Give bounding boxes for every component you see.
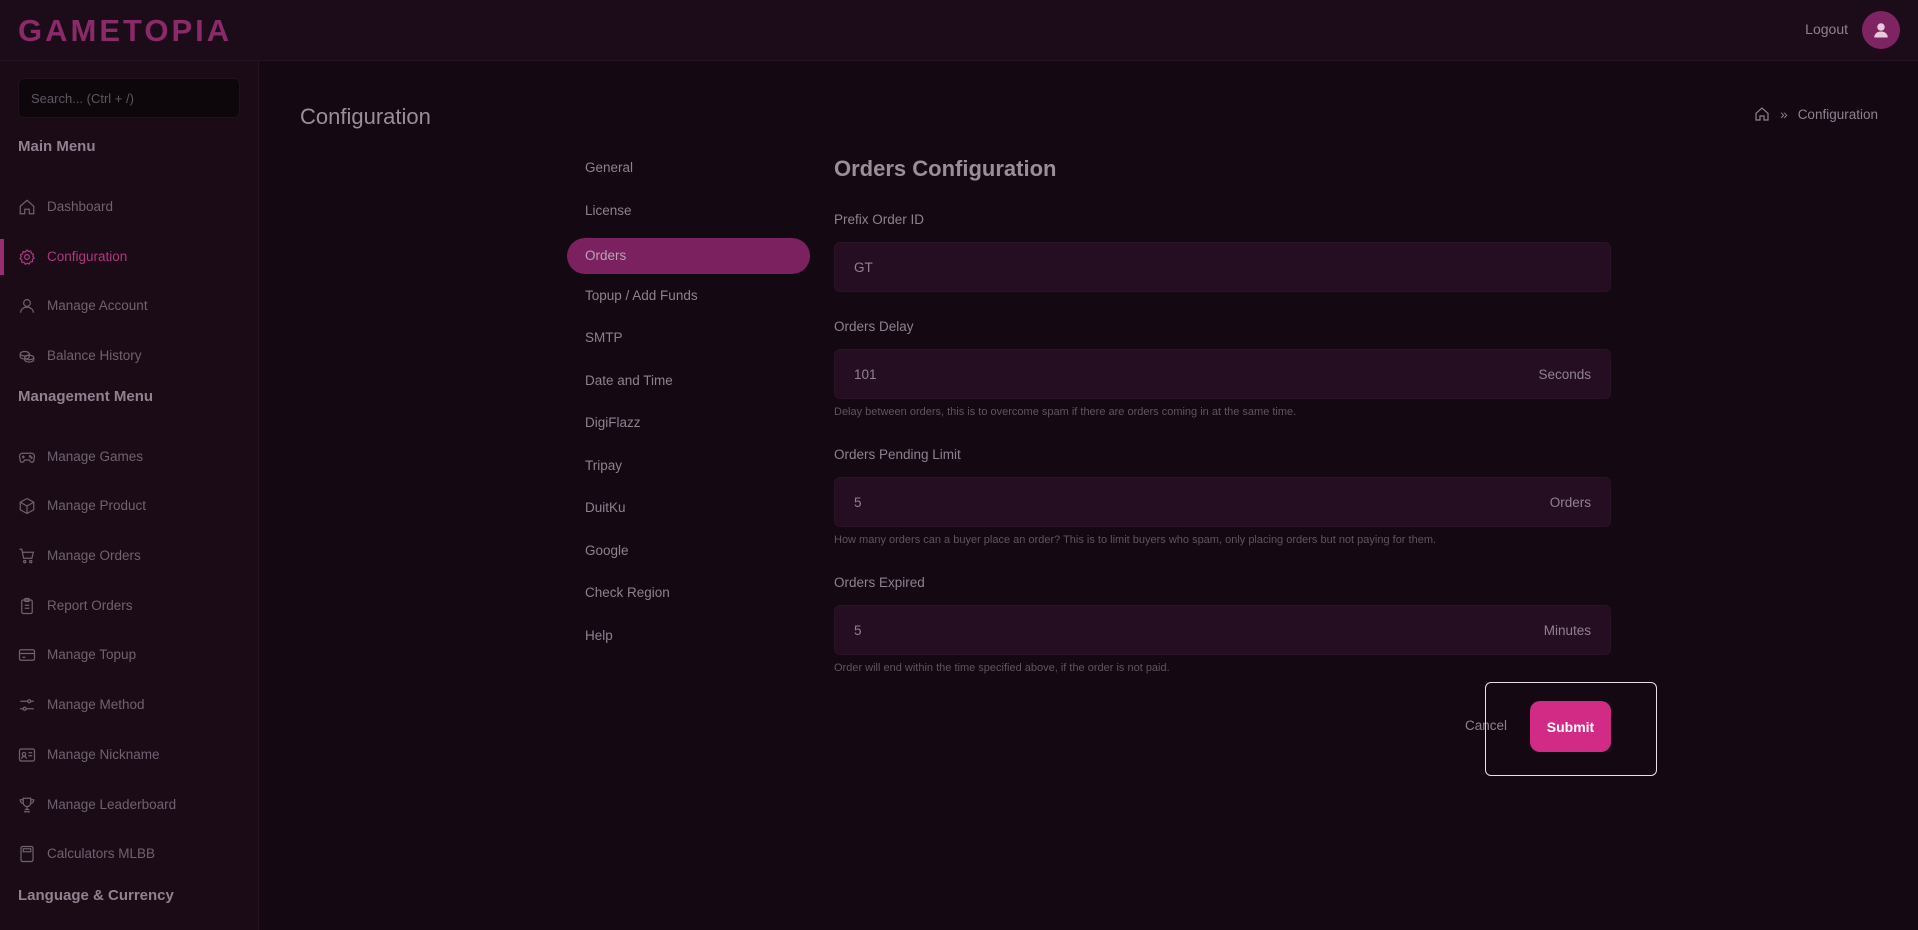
tab-license[interactable]: License [567,193,810,229]
sidebar-item-label: Balance History [47,348,142,363]
top-bar: GAMETOPIA Logout [0,0,1918,61]
orders-expired-input[interactable]: 5 Minutes [834,605,1611,655]
orders-pending-limit-input[interactable]: 5 Orders [834,477,1611,527]
section-title: Orders Configuration [834,156,1057,181]
tab-smtp[interactable]: SMTP [567,320,810,356]
user-icon [1874,23,1888,38]
orders-delay-input[interactable]: 101 Seconds [834,349,1611,399]
tab-label: Tripay [585,458,623,473]
tab-label: Check Region [585,585,670,600]
orders-expired-hint: Order will end within the time specified… [834,662,1170,674]
box-icon [19,497,35,515]
cart-icon [19,548,35,564]
coins-icon [19,350,35,363]
avatar[interactable] [1862,11,1900,49]
calculator-icon [20,845,34,863]
sidebar-item-label: Manage Account [47,298,148,313]
tab-duitku[interactable]: DuitKu [567,490,810,526]
prefix-order-id-input[interactable]: GT [834,242,1611,292]
input-suffix: Orders [1549,495,1591,510]
clipboard-icon [21,597,33,615]
tab-label: Google [585,543,629,558]
orders-expired-label: Orders Expired [834,575,925,590]
sliders-icon [20,699,34,711]
tab-label: General [585,160,634,175]
tab-help[interactable]: Help [567,618,810,654]
sidebar-item-label: Report Orders [47,598,133,613]
sidebar-item-configuration[interactable]: Configuration [0,239,257,275]
sidebar-item-label: Manage Orders [47,548,141,563]
tab-topup-add-funds[interactable]: Topup / Add Funds [567,278,810,314]
sidebar-item-manage-orders[interactable]: Manage Orders [0,538,257,574]
sidebar-item-manage-games[interactable]: Manage Games [0,439,257,475]
sidebar-item-manage-nickname[interactable]: Manage Nickname [0,737,257,773]
sidebar-item-manage-account[interactable]: Manage Account [0,288,257,324]
orders-delay-label: Orders Delay [834,319,914,334]
page-title: Configuration [300,104,431,129]
user-icon [20,299,34,313]
tab-digiflazz[interactable]: DigiFlazz [567,405,810,441]
tab-label: Help [585,628,613,643]
home-icon[interactable] [1754,106,1770,122]
orders-delay-hint: Delay between orders, this is to overcom… [834,406,1297,418]
sidebar-item-label: Manage Games [47,449,144,464]
orders-pending-limit-hint: How many orders can a buyer place an ord… [834,534,1437,546]
breadcrumb-current: Configuration [1797,106,1878,122]
tab-label: DuitKu [585,500,626,515]
id-card-icon [18,748,36,762]
input-value: 5 [854,495,862,510]
sidebar-item-balance-history[interactable]: Balance History [0,338,257,374]
input-value: 101 [854,367,877,382]
tab-label: DigiFlazz [585,415,641,430]
input-suffix: Minutes [1543,623,1591,638]
sidebar-item-label: Manage Topup [47,647,137,662]
home-icon [19,199,35,215]
app-logo[interactable]: GAMETOPIA [18,13,232,49]
submit-button[interactable]: Submit [1530,701,1611,752]
active-indicator [0,239,4,275]
sidebar-item-label: Manage Leaderboard [47,797,177,812]
management-menu-heading: Management Menu [18,388,154,405]
sidebar-item-label: Configuration [47,249,128,264]
gear-icon [19,248,35,266]
input-suffix: Seconds [1538,367,1591,382]
sidebar-item-label: Manage Nickname [47,747,160,762]
chevrons-right-icon: » [1780,106,1788,122]
tab-orders[interactable]: Orders [567,238,810,274]
tab-tripay[interactable]: Tripay [567,448,810,484]
sidebar-item-report-orders[interactable]: Report Orders [0,588,257,624]
sidebar-item-manage-product[interactable]: Manage Product [0,488,257,524]
tab-label: License [585,203,632,218]
sidebar-item-label: Manage Product [47,498,147,513]
breadcrumb: » Configuration [1754,106,1878,122]
prefix-order-id-label: Prefix Order ID [834,212,925,227]
sidebar-item-manage-leaderboard[interactable]: Manage Leaderboard [0,787,257,823]
tab-label: SMTP [585,330,623,345]
sidebar-item-label: Dashboard [47,199,114,214]
logout-link[interactable]: Logout [1805,21,1848,37]
card-icon [18,649,36,661]
trophy-icon [19,797,35,813]
search-input[interactable] [18,78,240,118]
tab-general[interactable]: General [567,150,810,186]
tab-date-and-time[interactable]: Date and Time [567,363,810,399]
tab-label: Topup / Add Funds [585,288,698,303]
sidebar: Main Menu Dashboard Configuration Manage… [0,61,259,930]
orders-pending-limit-label: Orders Pending Limit [834,447,961,462]
sidebar-item-calculators-mlbb[interactable]: Calculators MLBB [0,836,257,872]
tab-label: Orders [585,248,627,263]
tab-google[interactable]: Google [567,533,810,569]
sidebar-item-label: Calculators MLBB [47,846,156,861]
tab-check-region[interactable]: Check Region [567,575,810,611]
sidebar-item-manage-method[interactable]: Manage Method [0,687,257,723]
sidebar-item-label: Manage Method [47,697,145,712]
main-menu-heading: Main Menu [18,138,96,155]
input-value: GT [854,260,873,275]
gamepad-icon [18,452,36,463]
sidebar-item-dashboard[interactable]: Dashboard [0,189,257,225]
sidebar-item-manage-topup[interactable]: Manage Topup [0,637,257,673]
language-menu-heading: Language & Currency [18,887,174,904]
tab-label: Date and Time [585,373,673,388]
input-value: 5 [854,623,862,638]
